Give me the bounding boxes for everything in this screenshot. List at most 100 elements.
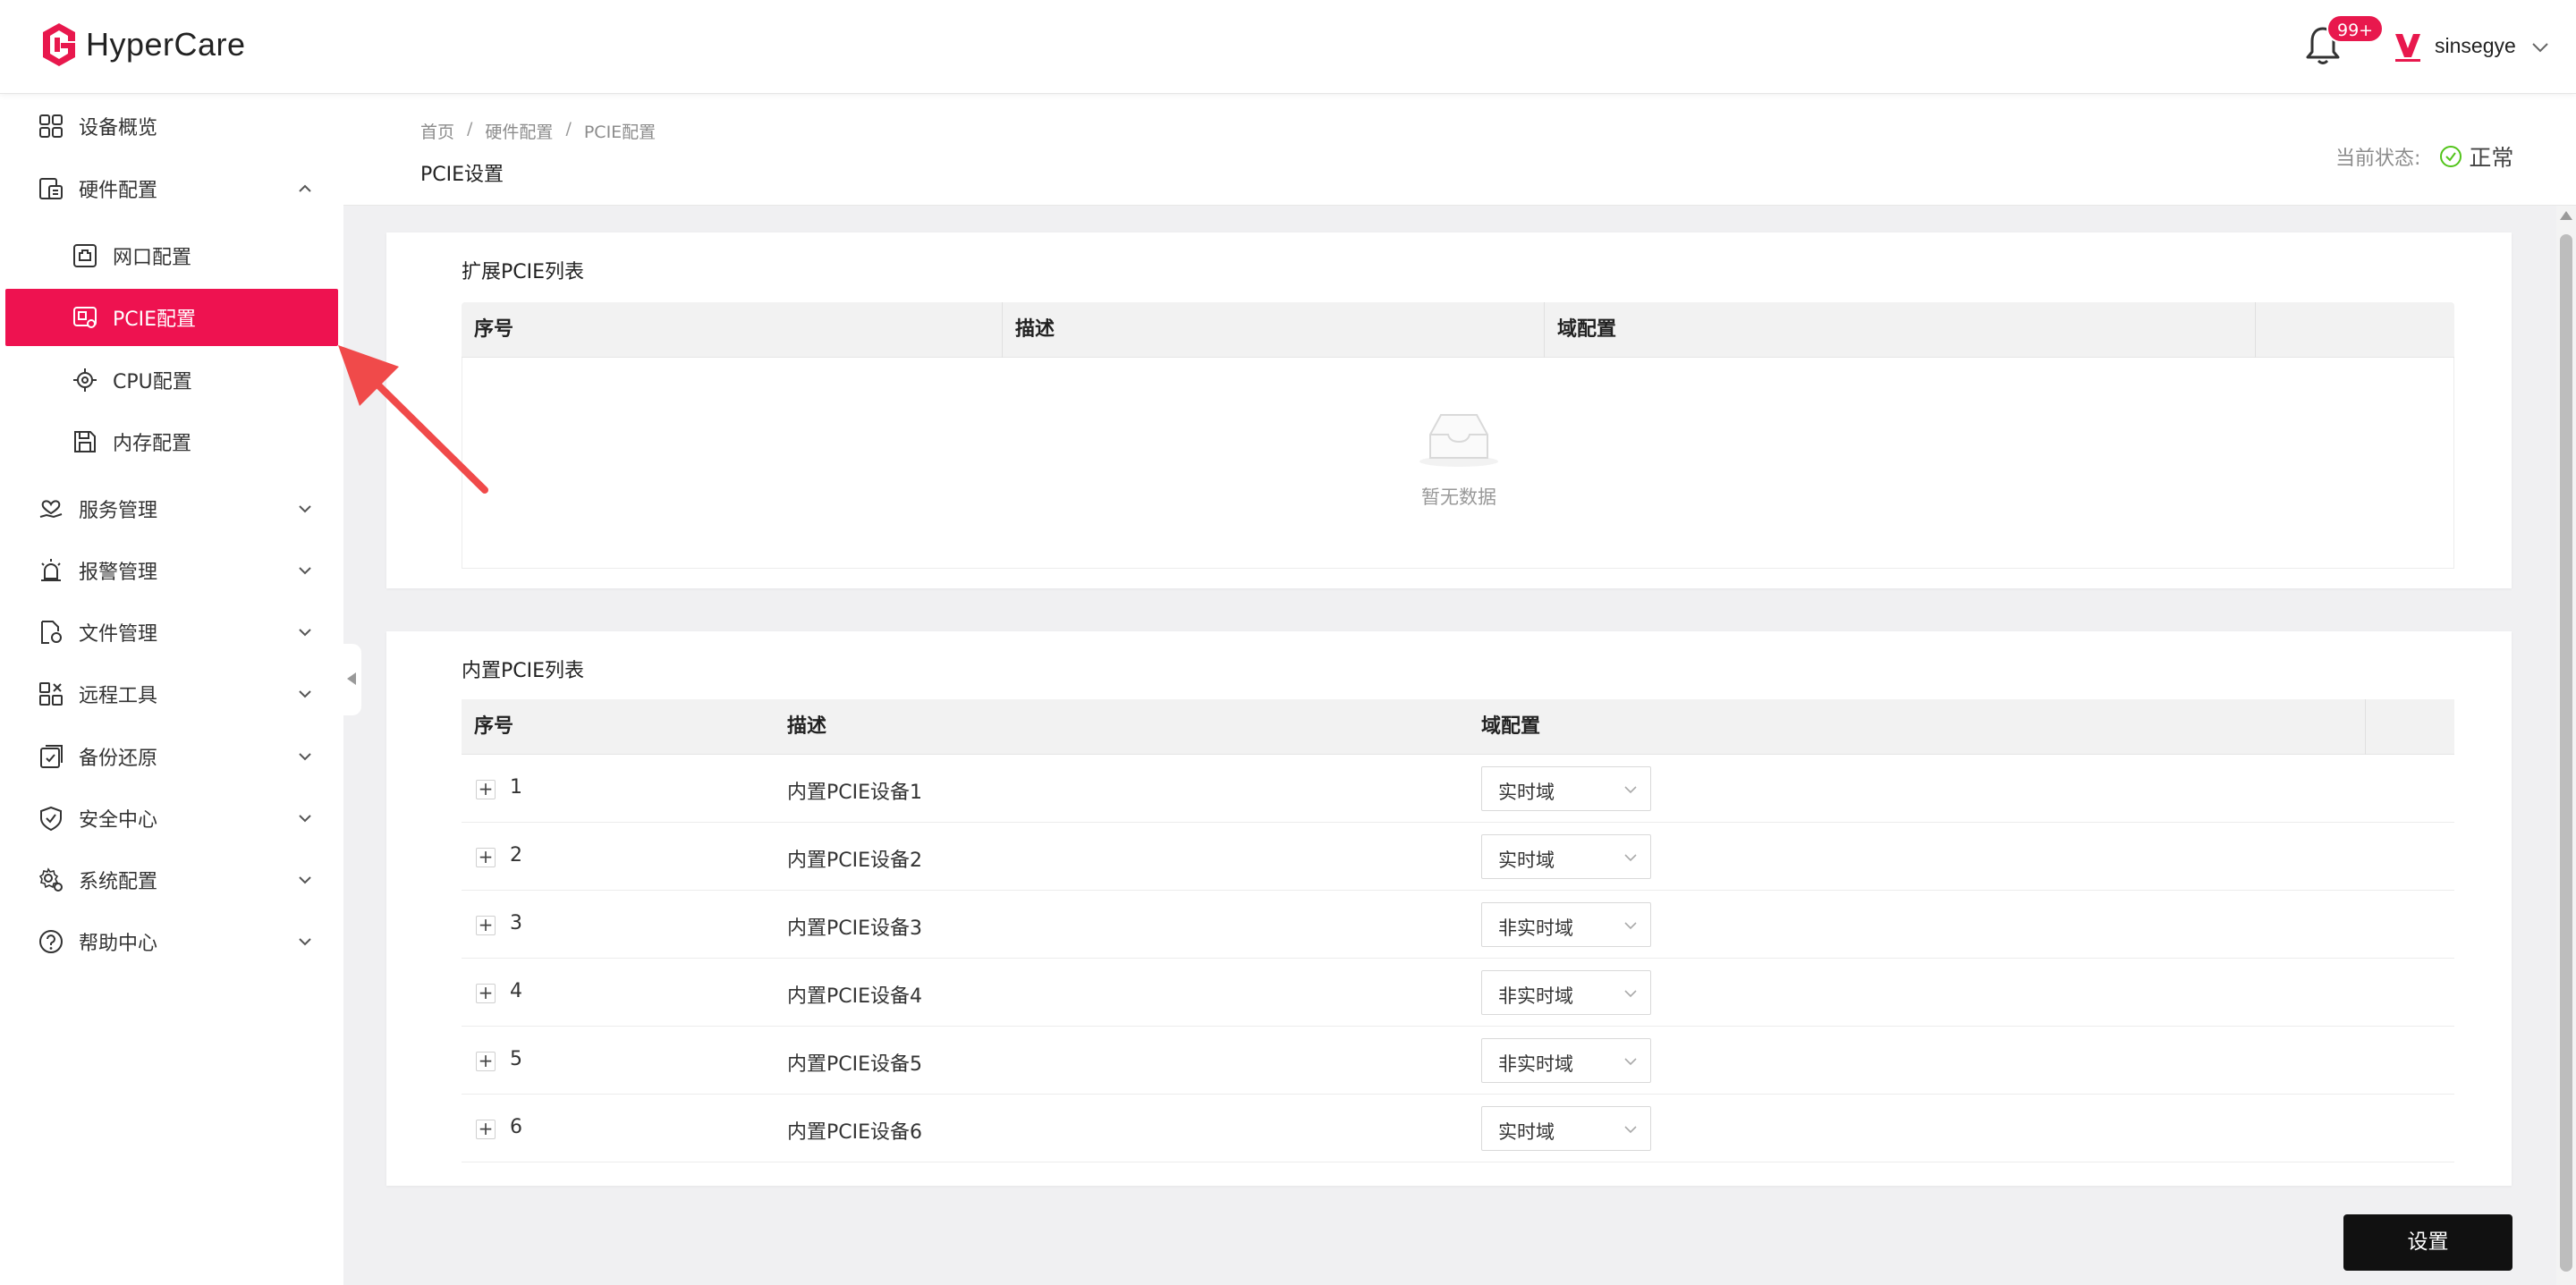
sidebar-item-network-port[interactable]: 网口配置 <box>0 229 343 283</box>
domain-select[interactable]: 实时域 <box>1481 766 1651 811</box>
sidebar-item-label: 系统配置 <box>79 871 158 893</box>
chevron-down-icon <box>299 629 311 637</box>
domain-select-value: 实时域 <box>1498 782 1555 803</box>
breadcrumb-current: PCIE配置 <box>583 123 657 142</box>
chevron-up-icon <box>299 184 311 192</box>
domain-select[interactable]: 非实时域 <box>1481 970 1651 1015</box>
chevron-down-icon <box>299 505 311 513</box>
domain-select[interactable]: 非实时域 <box>1481 902 1651 947</box>
breadcrumb: 首页 / 硬件配置 / PCIE配置 <box>420 119 656 143</box>
row-description: 内置PCIE设备4 <box>787 985 923 1008</box>
sidebar-item-help[interactable]: 帮助中心 <box>0 915 343 968</box>
builtin-pcie-title: 内置PCIE列表 <box>462 660 585 682</box>
chevron-down-icon <box>1624 1058 1637 1066</box>
expand-plus-icon[interactable]: + <box>476 848 496 867</box>
row-index: 2 <box>510 844 522 867</box>
hardware-icon <box>39 178 63 199</box>
sidebar-item-remote-tool[interactable]: 远程工具 <box>0 667 343 721</box>
chevron-down-icon <box>1624 786 1637 794</box>
grid-icon <box>39 114 63 138</box>
table-row: + 4 内置PCIE设备4 非实时域 <box>462 959 2454 1027</box>
sidebar-item-label: 硬件配置 <box>79 180 158 202</box>
sidebar-item-label: 报警管理 <box>79 562 158 584</box>
column-header-index: 序号 <box>462 302 1003 358</box>
chevron-down-icon <box>1624 1126 1637 1134</box>
status-value: 正常 <box>2469 145 2514 171</box>
check-circle-icon <box>2440 146 2462 167</box>
sidebar-item-security[interactable]: 安全中心 <box>0 791 343 845</box>
column-header-domain: 域配置 <box>1469 699 2366 755</box>
sidebar-item-pcie[interactable]: PCIE配置 <box>5 289 338 346</box>
expand-plus-icon[interactable]: + <box>476 1120 496 1139</box>
settings-icon <box>38 867 63 892</box>
network-port-icon <box>73 244 97 267</box>
sidebar-item-label: 备份还原 <box>79 748 158 770</box>
row-index: 1 <box>510 776 522 799</box>
cpu-icon <box>73 368 97 392</box>
domain-select[interactable]: 实时域 <box>1481 1106 1651 1151</box>
app-name: HyperCare <box>86 26 246 63</box>
sidebar-item-label: 远程工具 <box>79 685 158 707</box>
domain-select-value: 非实时域 <box>1498 985 1573 1007</box>
builtin-pcie-table: 序号 描述 域配置 + 1 内置PCIE设备1 实时域 + 2 内置PCIE设备… <box>462 699 2454 1173</box>
app-logo[interactable]: HyperCare <box>39 21 246 68</box>
user-avatar-icon[interactable] <box>2392 29 2424 64</box>
set-button[interactable]: 设置 <box>2343 1214 2512 1271</box>
sidebar-collapse-handle[interactable] <box>343 644 361 715</box>
row-index: 6 <box>510 1116 522 1138</box>
sidebar-item-cpu[interactable]: CPU配置 <box>0 353 343 407</box>
column-header-domain: 域配置 <box>1545 302 2256 358</box>
help-icon <box>39 930 63 953</box>
sidebar-item-label: 帮助中心 <box>79 933 158 955</box>
sidebar-item-label: 安全中心 <box>79 809 158 832</box>
caret-left-icon <box>347 672 356 685</box>
scroll-up-arrow-icon[interactable] <box>2560 211 2572 220</box>
breadcrumb-separator: / <box>565 119 572 139</box>
notification-badge: 99+ <box>2326 14 2385 43</box>
chevron-down-icon <box>299 567 311 575</box>
expand-plus-icon[interactable]: + <box>476 916 496 935</box>
user-name[interactable]: sinsegye <box>2435 34 2516 58</box>
table-header: 序号 描述 域配置 <box>462 302 2454 358</box>
domain-select-value: 非实时域 <box>1498 1053 1573 1075</box>
shield-icon <box>40 806 62 832</box>
sidebar-item-hardware-config[interactable]: 硬件配置 <box>0 162 343 216</box>
sidebar-item-service[interactable]: 服务管理 <box>0 482 343 536</box>
sidebar-item-device-overview[interactable]: 设备概览 <box>0 99 343 153</box>
extended-pcie-table: 序号 描述 域配置 暂无数据 <box>462 302 2454 571</box>
empty-state: 暂无数据 <box>462 358 2454 569</box>
breadcrumb-home[interactable]: 首页 <box>420 119 454 143</box>
sidebar-item-backup[interactable]: 备份还原 <box>0 730 343 783</box>
chevron-down-icon[interactable] <box>2531 41 2549 54</box>
empty-inbox-icon <box>1419 414 1498 467</box>
sidebar-item-alarm[interactable]: 报警管理 <box>0 544 343 597</box>
page-header: 首页 / 硬件配置 / PCIE配置 PCIE设置 当前状态: 正常 <box>343 94 2576 206</box>
sidebar-item-label: 服务管理 <box>79 500 158 522</box>
sidebar-item-label: PCIE配置 <box>113 309 197 331</box>
table-header: 序号 描述 域配置 <box>462 699 2454 755</box>
expand-plus-icon[interactable]: + <box>476 1052 496 1071</box>
backup-icon <box>40 745 63 768</box>
domain-select[interactable]: 实时域 <box>1481 834 1651 879</box>
table-row: + 2 内置PCIE设备2 实时域 <box>462 823 2454 891</box>
table-row: + 1 内置PCIE设备1 实时域 <box>462 755 2454 823</box>
expand-plus-icon[interactable]: + <box>476 984 496 1003</box>
status-indicator: 当前状态: 正常 <box>2335 140 2513 173</box>
sidebar-item-file[interactable]: 文件管理 <box>0 605 343 659</box>
sidebar-item-system-config[interactable]: 系统配置 <box>0 853 343 907</box>
domain-select-value: 非实时域 <box>1498 917 1573 939</box>
chevron-down-icon <box>299 815 311 823</box>
row-description: 内置PCIE设备1 <box>787 782 923 804</box>
sidebar-item-label: 内存配置 <box>113 433 192 455</box>
domain-select[interactable]: 非实时域 <box>1481 1038 1651 1083</box>
row-index: 3 <box>510 912 522 934</box>
chevron-down-icon <box>299 690 311 698</box>
memory-icon <box>74 431 96 452</box>
expand-plus-icon[interactable]: + <box>476 780 496 799</box>
scrollbar-thumb[interactable] <box>2560 234 2572 1272</box>
column-header-description: 描述 <box>1003 302 1545 358</box>
breadcrumb-hardware[interactable]: 硬件配置 <box>485 119 553 143</box>
extended-pcie-title: 扩展PCIE列表 <box>462 261 585 283</box>
sidebar-item-label: 网口配置 <box>113 247 192 269</box>
sidebar-item-memory[interactable]: 内存配置 <box>0 415 343 469</box>
